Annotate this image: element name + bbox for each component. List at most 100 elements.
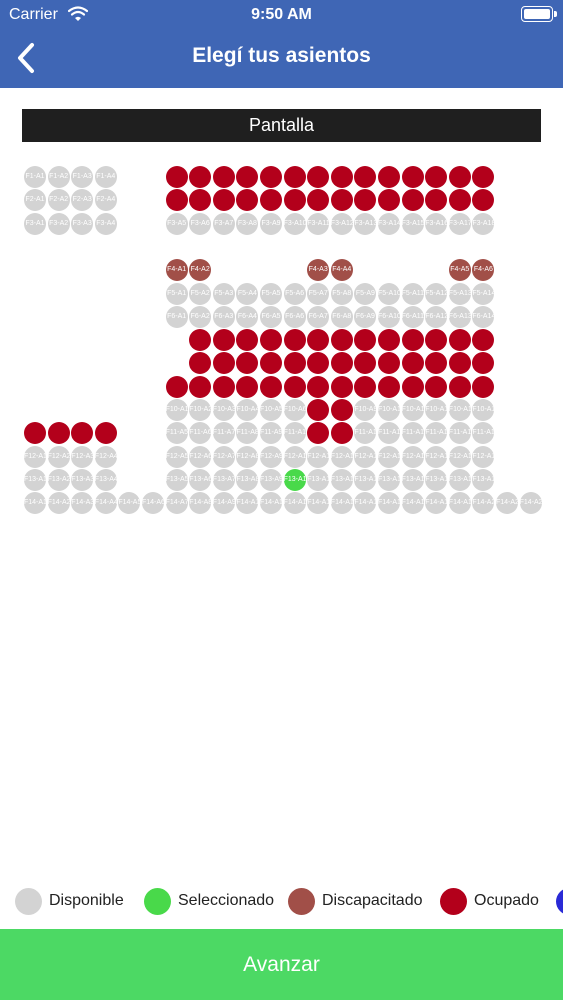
seat[interactable] [236, 329, 259, 352]
seat[interactable]: F6-A10 [378, 305, 400, 328]
seat[interactable]: F10-A14 [472, 399, 495, 421]
seat[interactable] [354, 189, 377, 212]
seat[interactable]: F3-A16 [425, 212, 448, 235]
seat[interactable] [472, 375, 495, 398]
seat[interactable] [307, 399, 330, 421]
seat[interactable] [236, 189, 259, 212]
seat[interactable] [378, 166, 400, 188]
seat[interactable] [425, 352, 448, 375]
seat[interactable]: F14-A12 [283, 492, 306, 515]
seat[interactable] [307, 375, 330, 398]
seat[interactable] [448, 375, 471, 398]
seat[interactable]: F12-A12 [330, 445, 353, 468]
seat[interactable]: F12-A11 [307, 445, 330, 468]
seat[interactable]: F11-A6 [189, 422, 212, 445]
seat[interactable]: F4-A6 [472, 259, 495, 282]
seat[interactable]: F6-A13 [448, 305, 471, 328]
seat[interactable]: F14-A1 [24, 492, 46, 515]
seat[interactable]: F13-A15 [401, 468, 424, 491]
seat[interactable]: F6-A8 [330, 305, 353, 328]
seat[interactable]: F3-A5 [165, 212, 188, 235]
seat[interactable]: F3-A7 [212, 212, 235, 235]
seat[interactable]: F13-A16 [425, 468, 448, 491]
seat[interactable]: F3-A3 [71, 212, 94, 235]
seat[interactable]: F10-A3 [212, 399, 235, 421]
seat[interactable] [236, 375, 259, 398]
seat[interactable] [354, 352, 377, 375]
seat[interactable]: F14-A21 [496, 492, 518, 515]
seat[interactable]: F14-A4 [94, 492, 117, 515]
seat[interactable]: F5-A6 [283, 282, 306, 305]
seat[interactable]: F5-A2 [189, 282, 212, 305]
seat[interactable]: F6-A14 [472, 305, 495, 328]
seat[interactable]: F2-A4 [94, 189, 117, 212]
seat[interactable]: F11-A9 [260, 422, 282, 445]
seat[interactable]: F10-A2 [189, 399, 212, 421]
seat[interactable] [307, 166, 330, 188]
seat[interactable]: F3-A4 [94, 212, 117, 235]
seat[interactable]: F3-A6 [189, 212, 212, 235]
seat[interactable]: F6-A12 [425, 305, 448, 328]
seat[interactable]: F10-A4 [236, 399, 259, 421]
seat[interactable] [472, 329, 495, 352]
seat[interactable] [47, 422, 70, 445]
seat[interactable] [472, 352, 495, 375]
seat[interactable]: F13-A18 [472, 468, 495, 491]
seat[interactable]: F14-A10 [236, 492, 259, 515]
seat[interactable] [425, 166, 448, 188]
seat[interactable]: F13-A3 [71, 468, 94, 491]
seat[interactable]: F6-A5 [260, 305, 282, 328]
seat[interactable]: F6-A7 [307, 305, 330, 328]
seat[interactable] [236, 166, 259, 188]
seat[interactable] [189, 352, 212, 375]
seat[interactable]: F14-A6 [142, 492, 164, 515]
seat[interactable]: F6-A4 [236, 305, 259, 328]
seat[interactable]: F14-A22 [519, 492, 542, 515]
seat[interactable] [378, 375, 400, 398]
seat[interactable]: F13-A1 [24, 468, 46, 491]
seat[interactable] [283, 329, 306, 352]
seat[interactable] [236, 352, 259, 375]
seat[interactable]: F14-A16 [378, 492, 400, 515]
seat[interactable]: F14-A9 [212, 492, 235, 515]
seat[interactable]: F14-A18 [425, 492, 448, 515]
seat[interactable] [330, 422, 353, 445]
seat[interactable]: F13-A5 [165, 468, 188, 491]
seat[interactable]: F5-A3 [212, 282, 235, 305]
seat[interactable] [401, 166, 424, 188]
seat[interactable]: F3-A18 [472, 212, 495, 235]
seat[interactable] [283, 166, 306, 188]
seat[interactable] [260, 329, 282, 352]
seat[interactable]: F10-A10 [378, 399, 400, 421]
seat[interactable] [330, 166, 353, 188]
seat[interactable]: F12-A1 [24, 445, 46, 468]
seat[interactable]: F10-A1 [165, 399, 188, 421]
seat[interactable] [330, 189, 353, 212]
seat[interactable]: F12-A5 [165, 445, 188, 468]
seat[interactable]: F3-A14 [378, 212, 400, 235]
seat[interactable]: F5-A9 [354, 282, 377, 305]
seat[interactable]: F11-A7 [212, 422, 235, 445]
seat[interactable] [189, 189, 212, 212]
seat[interactable]: F5-A13 [448, 282, 471, 305]
seat[interactable]: F13-A11 [307, 468, 330, 491]
seat[interactable] [212, 166, 235, 188]
seat[interactable] [165, 166, 188, 188]
seat[interactable] [283, 375, 306, 398]
seat[interactable] [283, 189, 306, 212]
seat[interactable]: F11-A17 [448, 422, 471, 445]
seat[interactable]: F11-A8 [236, 422, 259, 445]
seat[interactable] [189, 329, 212, 352]
seat[interactable] [212, 352, 235, 375]
seat[interactable] [307, 352, 330, 375]
seat[interactable]: F2-A2 [47, 189, 70, 212]
seat[interactable] [354, 329, 377, 352]
seat[interactable]: F2-A3 [71, 189, 94, 212]
seat[interactable]: F5-A5 [260, 282, 282, 305]
seat[interactable]: F3-A12 [330, 212, 353, 235]
seat[interactable]: F3-A10 [283, 212, 306, 235]
seat[interactable] [307, 329, 330, 352]
seat[interactable] [472, 189, 495, 212]
seat[interactable] [330, 352, 353, 375]
seat[interactable]: F3-A2 [47, 212, 70, 235]
